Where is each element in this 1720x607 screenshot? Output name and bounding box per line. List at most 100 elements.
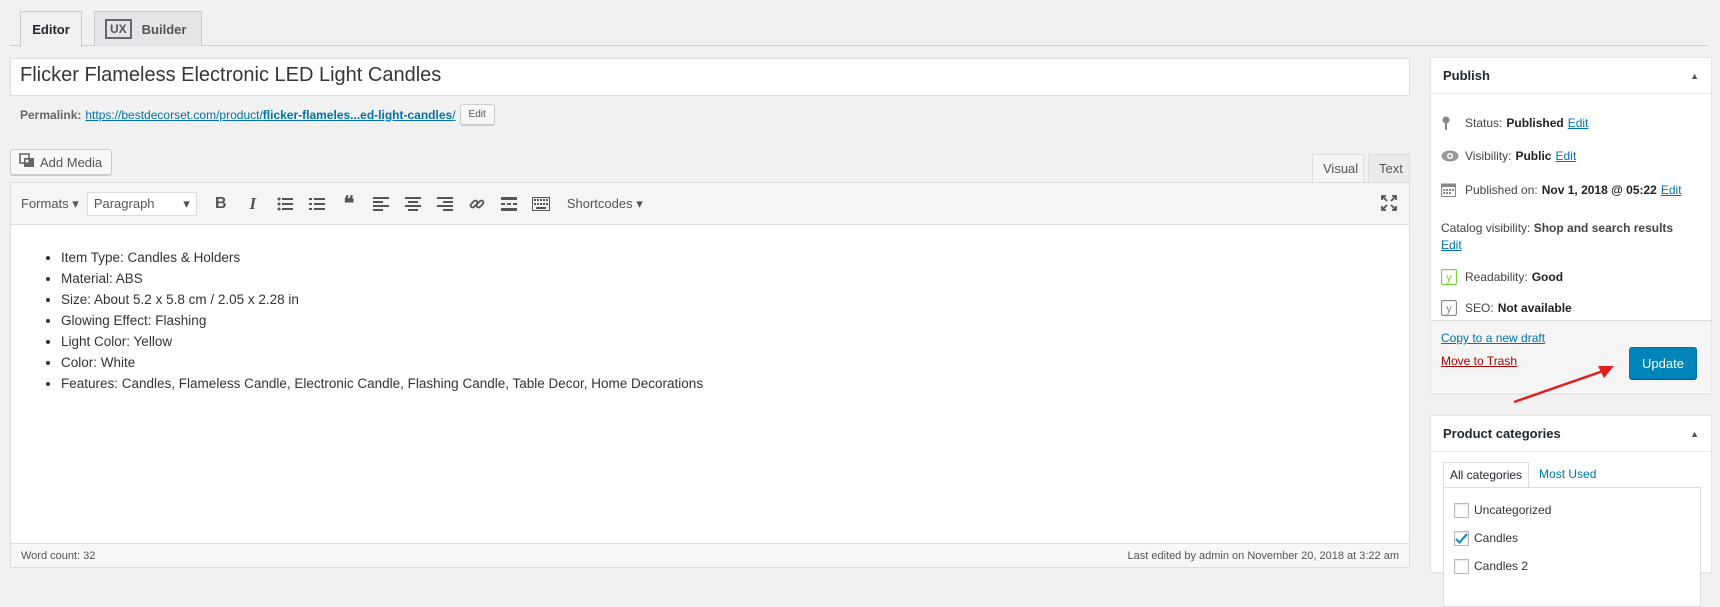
content-list: Item Type: Candles & HoldersMaterial: AB… <box>41 247 1379 394</box>
bold-icon[interactable]: B <box>208 191 234 217</box>
shortcodes-label: Shortcodes <box>566 195 633 211</box>
add-media-label: Add Media <box>40 154 103 170</box>
numbered-list-icon[interactable] <box>304 191 330 217</box>
published-value: Nov 1, 2018 @ 05:22 <box>1541 182 1657 197</box>
category-tabs: All categories Most Used <box>1443 462 1606 488</box>
status-value: Published <box>1506 116 1564 130</box>
post-title-input[interactable]: Flicker Flameless Electronic LED Light C… <box>10 58 1410 96</box>
status-row: Status: Published Edit <box>1431 116 1598 130</box>
editor-tabs: Editor UX Builder <box>10 10 1708 47</box>
publish-box-header[interactable]: Publish ▲ <box>1431 58 1711 94</box>
toolbar-toggle-icon[interactable] <box>528 191 554 217</box>
category-item[interactable]: Candles <box>1454 524 1690 552</box>
add-media-button[interactable]: Add Media <box>10 149 112 175</box>
readability-row: y Readability: Good <box>1431 269 1577 285</box>
visibility-value: Public <box>1515 149 1552 163</box>
media-icon <box>19 153 35 171</box>
shortcodes-dropdown[interactable]: Shortcodes ▾ <box>567 196 643 212</box>
permalink-trail: / <box>452 107 456 122</box>
checkbox-icon[interactable] <box>1454 558 1469 574</box>
status-label: Status: <box>1465 116 1503 130</box>
list-item: Item Type: Candles & Holders <box>61 247 1379 268</box>
align-right-icon[interactable] <box>432 191 458 217</box>
tab-ux-builder[interactable]: UX Builder <box>94 11 202 46</box>
categories-title: Product categories <box>1443 426 1561 441</box>
last-edited: Last edited by admin on November 20, 201… <box>1127 549 1399 562</box>
checkbox-icon[interactable] <box>1454 502 1469 518</box>
catalog-label: Catalog visibility: <box>1441 221 1531 235</box>
permalink-edit-button[interactable]: Edit <box>459 104 495 125</box>
catalog-visibility-row: Catalog visibility: Shop and search resu… <box>1441 220 1673 254</box>
blockquote-icon[interactable]: ❝ <box>336 191 362 217</box>
move-to-trash-link[interactable]: Move to Trash <box>1441 354 1517 368</box>
yoast-seo-icon: y <box>1441 300 1463 316</box>
tab-most-used[interactable]: Most Used <box>1529 462 1606 488</box>
chevron-down-icon: ▾ <box>72 195 79 211</box>
permalink: Permalink: https://bestdecorset.com/prod… <box>20 104 495 125</box>
editor-toolbar: Formats ▾ Paragraph ▾ B I ❝ Shortcodes ▾ <box>11 183 1409 225</box>
chevron-down-icon: ▾ <box>183 195 190 211</box>
align-left-icon[interactable] <box>368 191 394 217</box>
paragraph-label: Paragraph <box>93 196 155 211</box>
caret-up-icon[interactable]: ▲ <box>1690 71 1699 81</box>
category-item[interactable]: Candles 2 <box>1454 552 1690 580</box>
align-center-icon[interactable] <box>400 191 426 217</box>
visibility-label: Visibility: <box>1465 149 1512 163</box>
category-label: Candles <box>1474 531 1519 545</box>
editor-status-bar: Word count: 32 Last edited by admin on N… <box>11 543 1409 567</box>
list-item: Size: About 5.2 x 5.8 cm / 2.05 x 2.28 i… <box>61 289 1379 310</box>
eye-icon <box>1441 150 1463 162</box>
list-item: Glowing Effect: Flashing <box>61 310 1379 331</box>
permalink-base: https://bestdecorset.com/product/ <box>85 107 263 122</box>
svg-text:y: y <box>1446 303 1452 315</box>
published-edit-link[interactable]: Edit <box>1661 183 1682 197</box>
category-item[interactable]: Uncategorized <box>1454 496 1690 524</box>
seo-value: Not available <box>1497 301 1572 315</box>
formats-dropdown[interactable]: Formats ▾ <box>21 196 79 212</box>
list-item: Color: White <box>61 352 1379 373</box>
pin-icon <box>1441 116 1463 130</box>
ux-logo-icon: UX <box>105 19 132 39</box>
categories-box-header[interactable]: Product categories ▲ <box>1431 416 1711 452</box>
tab-all-categories[interactable]: All categories <box>1443 462 1530 488</box>
list-item: Material: ABS <box>61 268 1379 289</box>
product-categories-box: Product categories ▲ All categories Most… <box>1430 415 1712 607</box>
caret-up-icon[interactable]: ▲ <box>1690 429 1699 439</box>
italic-icon[interactable]: I <box>240 191 266 217</box>
seo-label: SEO: <box>1465 301 1494 315</box>
permalink-label: Permalink: <box>20 107 82 122</box>
seo-row: y SEO: Not available <box>1431 300 1586 316</box>
status-edit-link[interactable]: Edit <box>1568 116 1589 130</box>
link-icon[interactable] <box>464 191 490 217</box>
list-item: Light Color: Yellow <box>61 331 1379 352</box>
permalink-link[interactable]: https://bestdecorset.com/product/flicker… <box>85 108 455 122</box>
visibility-edit-link[interactable]: Edit <box>1555 149 1576 163</box>
permalink-slug: flicker-flameles...ed-light-candles <box>262 107 453 122</box>
checkbox-checked-icon[interactable] <box>1454 530 1469 546</box>
svg-text:y: y <box>1446 272 1452 284</box>
read-more-icon[interactable] <box>496 191 522 217</box>
visibility-row: Visibility: Public Edit <box>1431 149 1586 163</box>
readability-label: Readability: <box>1465 270 1528 284</box>
tab-builder-label: Builder <box>141 21 187 37</box>
content-editor: Formats ▾ Paragraph ▾ B I ❝ Shortcodes ▾… <box>10 182 1410 568</box>
bullet-list-icon[interactable] <box>272 191 298 217</box>
tab-visual[interactable]: Visual <box>1312 154 1364 182</box>
yoast-readability-icon: y <box>1441 269 1463 285</box>
catalog-value: Shop and search results <box>1533 221 1674 235</box>
tab-text[interactable]: Text <box>1368 154 1410 182</box>
catalog-edit-link[interactable]: Edit <box>1441 238 1462 252</box>
publish-box: Publish ▲ Status: Published Edit Visibilit… <box>1430 57 1712 394</box>
fullscreen-icon[interactable] <box>1381 195 1397 214</box>
readability-value: Good <box>1531 270 1564 284</box>
tab-editor[interactable]: Editor <box>20 11 82 47</box>
chevron-down-icon: ▾ <box>636 195 643 211</box>
update-button[interactable]: Update <box>1629 347 1697 379</box>
category-checklist: Uncategorized Candles Candles 2 <box>1443 487 1701 607</box>
copy-to-draft-link[interactable]: Copy to a new draft <box>1441 331 1545 345</box>
formats-label: Formats <box>21 195 69 211</box>
list-item: Features: Candles, Flameless Candle, Ele… <box>61 373 1379 394</box>
editor-content[interactable]: Item Type: Candles & HoldersMaterial: AB… <box>11 225 1409 416</box>
paragraph-select[interactable]: Paragraph ▾ <box>86 191 197 216</box>
calendar-icon <box>1441 182 1463 197</box>
